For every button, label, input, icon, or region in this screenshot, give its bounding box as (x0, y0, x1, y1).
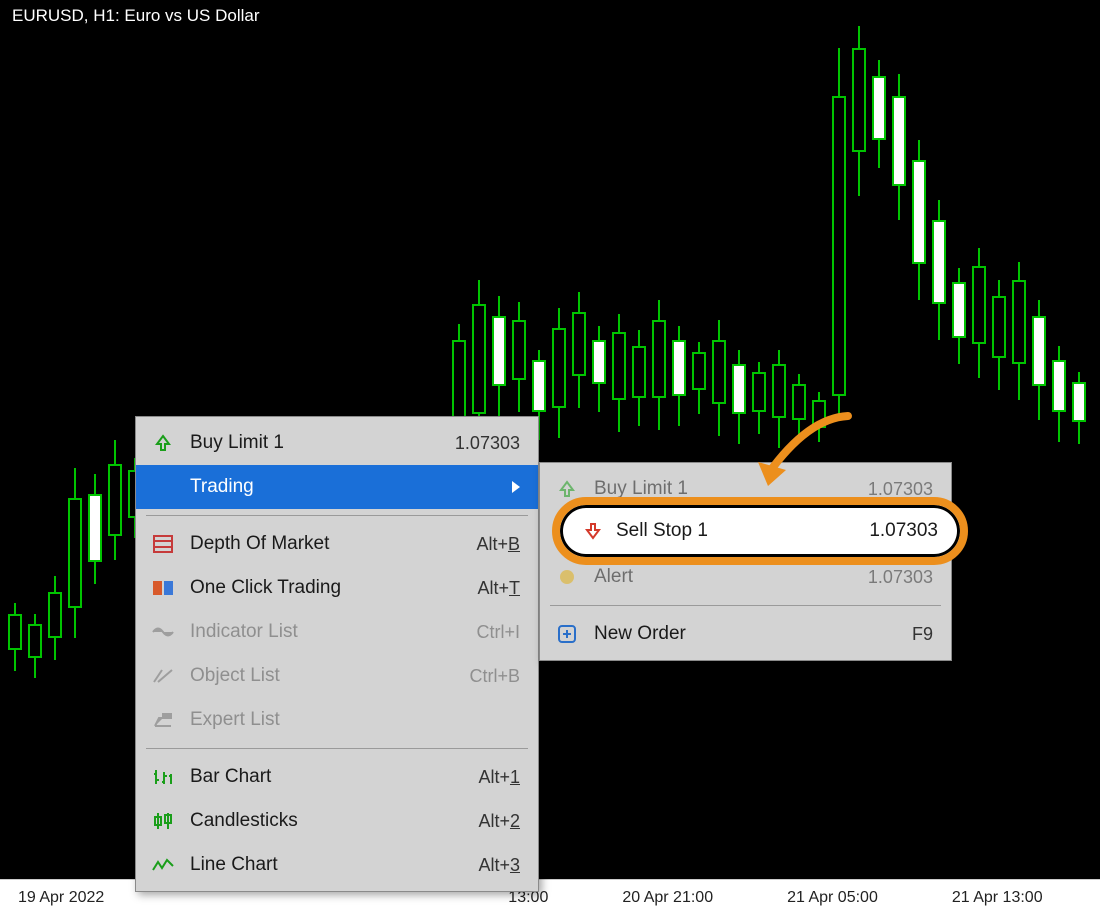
menu-item-label: Buy Limit 1 (190, 432, 443, 454)
menu-item-object-list: Object List Ctrl+B (136, 654, 538, 698)
menu-item-label: Bar Chart (190, 766, 466, 788)
candlestick-icon (148, 812, 178, 830)
menu-item-buy-limit[interactable]: Buy Limit 1 1.07303 (136, 421, 538, 465)
chart-title: EURUSD, H1: Euro vs US Dollar (12, 6, 260, 26)
menu-item-shortcut: Alt+3 (478, 855, 520, 876)
menu-item-shortcut: Alt+T (477, 578, 520, 599)
expert-icon (148, 712, 178, 728)
menu-item-label: New Order (594, 623, 900, 645)
menu-separator (550, 605, 941, 606)
menu-item-shortcut: Ctrl+B (469, 666, 520, 687)
context-menu: Buy Limit 1 1.07303 Trading Depth Of Mar… (135, 416, 539, 892)
object-list-icon (148, 668, 178, 684)
indicator-icon (148, 625, 178, 639)
menu-item-indicator-list: Indicator List Ctrl+I (136, 610, 538, 654)
menu-item-value: 1.07303 (455, 433, 520, 454)
callout-value: 1.07303 (869, 520, 938, 542)
menu-item-label: Line Chart (190, 854, 466, 876)
menu-item-shortcut: Alt+2 (478, 811, 520, 832)
one-click-icon (148, 579, 178, 597)
line-chart-icon (148, 858, 178, 872)
callout-sell-stop[interactable]: Sell Stop 1 1.07303 (552, 497, 968, 565)
menu-item-bar-chart[interactable]: Bar Chart Alt+1 (136, 755, 538, 799)
x-tick: 19 Apr 2022 (18, 889, 104, 907)
arrow-down-icon (578, 522, 608, 540)
menu-item-depth-of-market[interactable]: Depth Of Market Alt+B (136, 522, 538, 566)
menu-item-label: Candlesticks (190, 810, 466, 832)
plus-square-icon (552, 624, 582, 644)
menu-item-label: Object List (190, 665, 457, 687)
menu-item-line-chart[interactable]: Line Chart Alt+3 (136, 843, 538, 887)
menu-item-label: Trading (190, 476, 492, 498)
menu-separator (146, 748, 528, 749)
menu-item-expert-list: Expert List (136, 698, 538, 742)
menu-item-one-click-trading[interactable]: One Click Trading Alt+T (136, 566, 538, 610)
menu-item-label: Depth Of Market (190, 533, 464, 555)
menu-item-shortcut: Alt+1 (478, 767, 520, 788)
x-tick: 21 Apr 13:00 (952, 889, 1043, 907)
arrow-up-icon (552, 480, 582, 498)
arrow-up-icon (148, 434, 178, 452)
submenu-caret-icon (512, 481, 520, 493)
menu-item-label: One Click Trading (190, 577, 465, 599)
menu-item-trading[interactable]: Trading (136, 465, 538, 509)
menu-item-label: Indicator List (190, 621, 464, 643)
menu-item-label: Expert List (190, 709, 520, 731)
x-tick: 20 Apr 21:00 (622, 889, 713, 907)
bell-icon (552, 568, 582, 586)
menu-item-shortcut: F9 (912, 624, 933, 645)
x-tick: 21 Apr 05:00 (787, 889, 878, 907)
menu-item-shortcut: Ctrl+I (476, 622, 520, 643)
menu-item-label: Alert (594, 566, 856, 588)
submenu-item-new-order[interactable]: New Order F9 (540, 612, 951, 656)
menu-separator (146, 515, 528, 516)
bar-chart-icon (148, 768, 178, 786)
callout-label: Sell Stop 1 (608, 520, 869, 542)
menu-item-shortcut: Alt+B (476, 534, 520, 555)
menu-item-value: 1.07303 (868, 567, 933, 588)
menu-item-candlesticks[interactable]: Candlesticks Alt+2 (136, 799, 538, 843)
depth-icon (148, 535, 178, 553)
